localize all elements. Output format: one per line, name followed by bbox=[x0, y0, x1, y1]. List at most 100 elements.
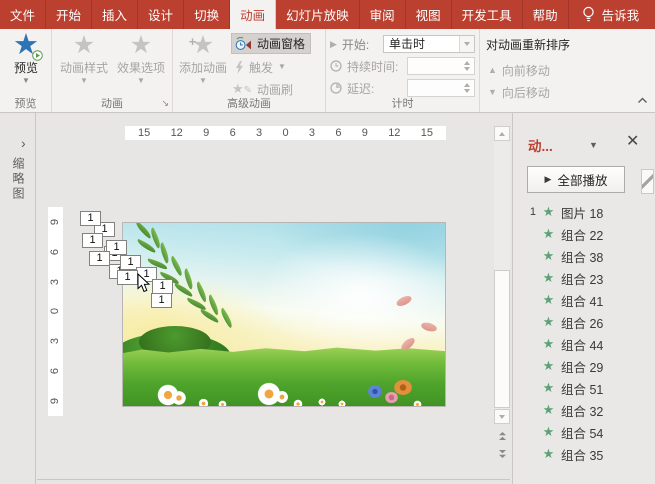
animation-pane-label: 动画窗格 bbox=[257, 37, 306, 51]
animation-number-tag[interactable]: 1 bbox=[89, 251, 110, 266]
menu-tab[interactable]: 开发工具 bbox=[452, 0, 523, 29]
ruler-number: 15 bbox=[138, 127, 151, 139]
thumbnail-strip: › 缩略图 bbox=[0, 113, 36, 484]
pane-dropdown-caret-icon[interactable]: ▼ bbox=[589, 140, 598, 150]
start-combo-arrow[interactable] bbox=[459, 36, 474, 52]
horizontal-ruler: 15 12 9 6 3 0 3 6 9 12 15 bbox=[125, 126, 446, 140]
menu-tab[interactable]: 幻灯片放映 bbox=[276, 0, 360, 29]
group-advanced-animation: ★ + 添加动画 ▼ 动画窗格 触发 ▼ ★✎ 动画刷 高级动画 bbox=[173, 29, 326, 112]
item-label: 组合 26 bbox=[561, 316, 604, 331]
animation-styles-button: ★ 动画样式 ▼ bbox=[56, 31, 112, 85]
animation-number-tag[interactable]: 1 bbox=[151, 293, 172, 308]
item-label: 组合 44 bbox=[561, 338, 604, 353]
ruler-number: 3 bbox=[256, 127, 263, 139]
previous-slide-button[interactable] bbox=[494, 428, 510, 443]
canvas-bottom-border bbox=[37, 479, 510, 480]
chevron-up-icon bbox=[638, 97, 647, 103]
play-icon: ▶ bbox=[544, 174, 552, 184]
add-animation-star-icon: ★ + bbox=[189, 31, 214, 62]
group-label-timing: 计时 bbox=[391, 98, 414, 110]
animation-pane-item[interactable]: ★ 组合 29 bbox=[513, 355, 655, 377]
animation-pane-item[interactable]: ★ 组合 54 bbox=[513, 421, 655, 443]
animation-pane-item[interactable]: ★ 组合 38 bbox=[513, 245, 655, 267]
duration-clock-icon bbox=[330, 60, 342, 72]
start-combobox[interactable]: 单击时 bbox=[383, 35, 475, 53]
arrow-down-icon: ▼ bbox=[488, 87, 497, 97]
star-icon: ★ bbox=[542, 204, 555, 219]
animation-pane-item[interactable]: ★ 组合 26 bbox=[513, 311, 655, 333]
reorder-title: 对动画重新排序 bbox=[486, 38, 571, 52]
menu-tab[interactable]: 文件 bbox=[0, 0, 47, 29]
star-icon: ★ bbox=[542, 292, 555, 307]
animation-pane-item[interactable]: ★ 组合 44 bbox=[513, 333, 655, 355]
menu-tab[interactable]: 审阅 bbox=[360, 0, 406, 29]
daisy-flower bbox=[171, 390, 187, 406]
expand-thumbnails-chevron-icon[interactable]: › bbox=[21, 135, 26, 151]
pane-scrollbar-button[interactable] bbox=[641, 169, 654, 194]
group-animation: ★ 动画样式 ▼ ★ 效果选项 ▼ 动画 ↘ bbox=[52, 29, 173, 112]
next-slide-button[interactable] bbox=[494, 446, 510, 461]
menu-tab[interactable]: 设计 bbox=[138, 0, 185, 29]
trigger-button: 触发 ▼ bbox=[235, 57, 286, 77]
item-label: 组合 35 bbox=[561, 448, 604, 463]
blue-flower bbox=[368, 385, 382, 398]
star-icon: ★ bbox=[542, 358, 555, 373]
menu-tab[interactable]: 插入 bbox=[92, 0, 139, 29]
menu-tab[interactable]: 视图 bbox=[406, 0, 452, 29]
slide-image[interactable] bbox=[122, 222, 446, 407]
preview-button[interactable]: ★ 预览 ▼ bbox=[0, 31, 54, 85]
scrollbar-thumb[interactable] bbox=[494, 270, 510, 408]
play-badge-icon bbox=[32, 50, 43, 61]
menu-tab[interactable]: 开始 bbox=[46, 0, 93, 29]
preview-dropdown-caret[interactable]: ▼ bbox=[22, 77, 30, 85]
daisy-flower bbox=[318, 398, 326, 406]
triangle-up-icon bbox=[499, 131, 505, 136]
group-reorder: 对动画重新排序 ▲ 向前移动 ▼ 向后移动 bbox=[480, 29, 655, 112]
add-animation-label: 添加动画 bbox=[178, 61, 227, 75]
effect-options-label: 效果选项 bbox=[116, 61, 165, 75]
animation-pane-item[interactable]: ★ 组合 35 bbox=[513, 443, 655, 465]
animation-pane-toggle-button[interactable]: 动画窗格 bbox=[231, 33, 312, 54]
thumbnail-strip-label: 缩略图 bbox=[11, 157, 25, 202]
ruler-number: 12 bbox=[388, 127, 401, 139]
ruler-number: 9 bbox=[361, 127, 368, 139]
star-icon: ★ bbox=[542, 226, 555, 241]
arrow-up-icon: ▲ bbox=[488, 65, 497, 75]
ruler-number: 3 bbox=[49, 278, 62, 285]
tell-me-button[interactable]: 告诉我 bbox=[569, 0, 653, 29]
animation-pane-item[interactable]: 1 ★ 图片 18 bbox=[513, 201, 655, 223]
animation-pane-item[interactable]: ★ 组合 23 bbox=[513, 267, 655, 289]
trigger-label: 触发 bbox=[249, 60, 274, 75]
collapse-ribbon-button[interactable] bbox=[637, 93, 648, 107]
pane-close-icon[interactable]: ✕ bbox=[626, 131, 639, 151]
animation-number-tag[interactable]: 1 bbox=[117, 270, 138, 285]
scroll-up-button[interactable] bbox=[494, 126, 510, 141]
star-icon: ★ bbox=[542, 314, 555, 329]
menu-tab[interactable]: 动画 bbox=[230, 0, 277, 29]
menu-tab[interactable]: 切换 bbox=[184, 0, 231, 29]
animation-number-tag[interactable]: 1 bbox=[152, 279, 173, 294]
scroll-down-button[interactable] bbox=[494, 409, 510, 424]
effect-options-caret: ▼ bbox=[137, 76, 145, 85]
animation-pane-item[interactable]: ★ 组合 51 bbox=[513, 377, 655, 399]
animation-pane-icon bbox=[235, 36, 251, 50]
animation-list: 1 ★ 图片 18 ★ 组合 22 ★ 组合 38 ★ 组合 23 ★ 组合 41 ★ 组合 26 ★ 组合… bbox=[513, 201, 655, 465]
animation-pane-item[interactable]: ★ 组合 22 bbox=[513, 223, 655, 245]
work-area: › 缩略图 15 12 9 6 3 0 3 6 9 12 15 9630369 1111111111… bbox=[0, 113, 655, 484]
ruler-number: 6 bbox=[229, 127, 236, 139]
animation-number-tag[interactable]: 1 bbox=[82, 233, 103, 248]
animation-pane-item[interactable]: ★ 组合 32 bbox=[513, 399, 655, 421]
item-label: 组合 51 bbox=[561, 382, 604, 397]
animation-number-tag[interactable]: 1 bbox=[80, 211, 101, 226]
animation-pane-item[interactable]: ★ 组合 41 bbox=[513, 289, 655, 311]
item-label: 组合 23 bbox=[561, 272, 604, 287]
animation-dialog-launcher-icon[interactable]: ↘ bbox=[161, 98, 169, 109]
menu-tabs: 文件 开始 插入 设计 切换 动画 幻灯片放映 审阅 视图 开发工具 帮助 bbox=[0, 0, 569, 29]
star-icon: ★ bbox=[542, 446, 555, 461]
daisy-flower bbox=[218, 400, 227, 406]
star-icon: ★ bbox=[542, 380, 555, 395]
ruler-number: 6 bbox=[49, 248, 62, 255]
menu-tab[interactable]: 帮助 bbox=[523, 0, 569, 29]
play-all-button[interactable]: ▶ 全部播放 bbox=[527, 166, 625, 193]
tell-me-label: 告诉我 bbox=[601, 9, 640, 23]
